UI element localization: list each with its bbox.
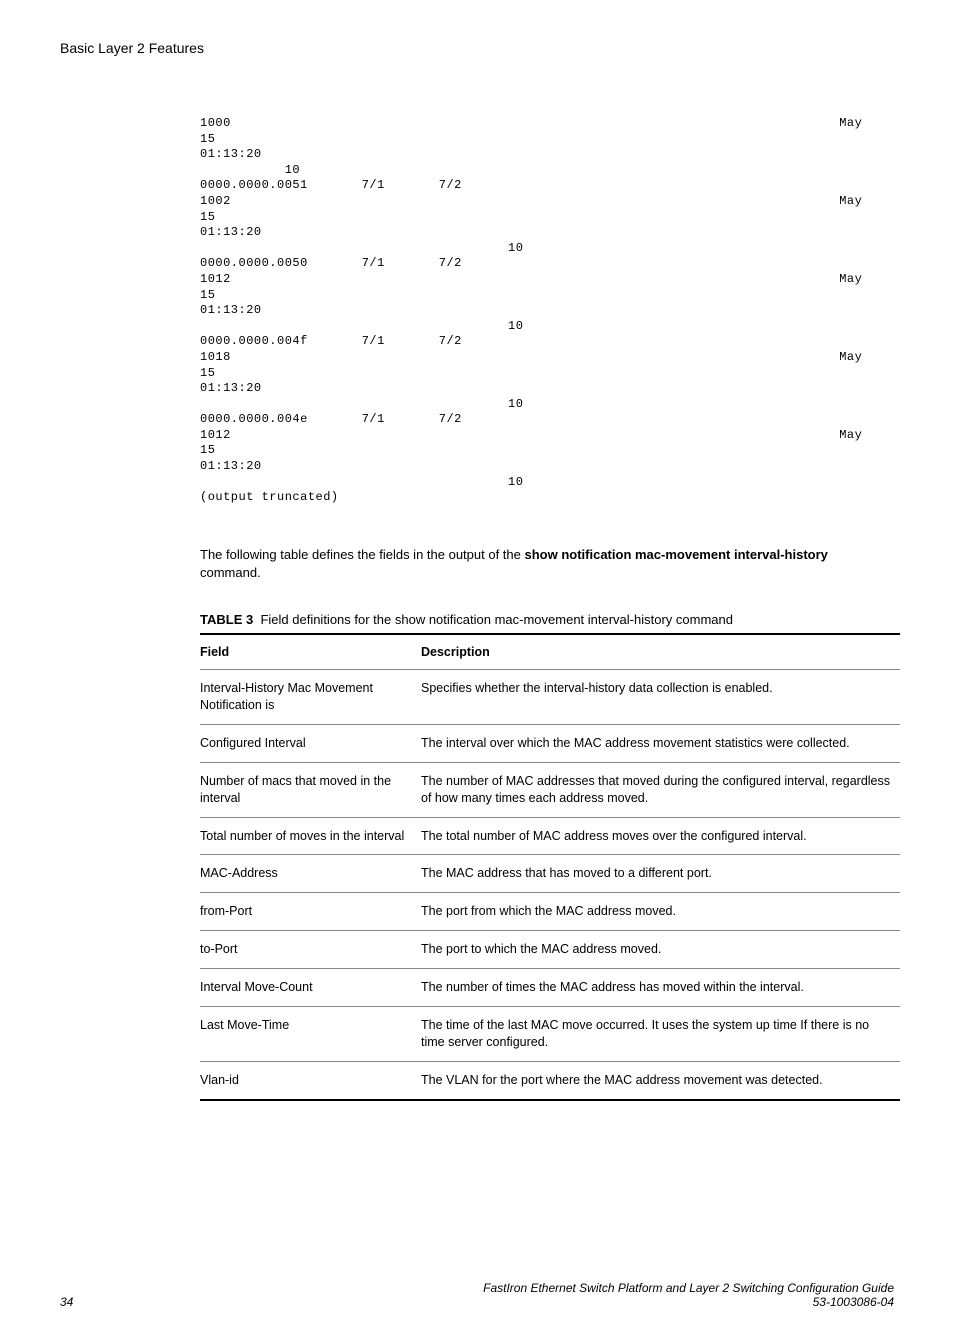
table-row: to-Port The port to which the MAC addres… [200, 931, 900, 969]
page-footer: 34 FastIron Ethernet Switch Platform and… [60, 1281, 894, 1309]
intro-pre: The following table defines the fields i… [200, 547, 525, 562]
table-row: Total number of moves in the interval Th… [200, 817, 900, 855]
field-definitions-table: Field Description Interval-History Mac M… [200, 633, 900, 1100]
cell-description: The port to which the MAC address moved. [421, 931, 900, 969]
page-number: 34 [60, 1295, 73, 1309]
cell-description: The port from which the MAC address move… [421, 893, 900, 931]
intro-paragraph: The following table defines the fields i… [200, 546, 874, 582]
cell-description: The VLAN for the port where the MAC addr… [421, 1061, 900, 1099]
intro-post: command. [200, 565, 261, 580]
cell-description: The number of MAC addresses that moved d… [421, 762, 900, 817]
footer-title: FastIron Ethernet Switch Platform and La… [483, 1281, 894, 1295]
table-row: Interval Move-Count The number of times … [200, 969, 900, 1007]
cell-field: Vlan-id [200, 1061, 421, 1099]
cell-field: to-Port [200, 931, 421, 969]
cell-description: Specifies whether the interval-history d… [421, 670, 900, 725]
cell-description: The interval over which the MAC address … [421, 724, 900, 762]
table-row: Vlan-id The VLAN for the port where the … [200, 1061, 900, 1099]
table-header-field: Field [200, 634, 421, 670]
table-row: MAC-Address The MAC address that has mov… [200, 855, 900, 893]
cell-field: Interval Move-Count [200, 969, 421, 1007]
cell-field: Number of macs that moved in the interva… [200, 762, 421, 817]
table-caption: TABLE 3 Field definitions for the show n… [200, 612, 874, 627]
cell-field: Configured Interval [200, 724, 421, 762]
page-header: Basic Layer 2 Features [60, 40, 894, 56]
table-caption-label: TABLE 3 [200, 612, 253, 627]
cell-field: from-Port [200, 893, 421, 931]
cell-field: Total number of moves in the interval [200, 817, 421, 855]
table-header-description: Description [421, 634, 900, 670]
footer-docnum: 53-1003086-04 [483, 1295, 894, 1309]
table-row: Number of macs that moved in the interva… [200, 762, 900, 817]
table-caption-text: Field definitions for the show notificat… [260, 612, 733, 627]
cell-description: The number of times the MAC address has … [421, 969, 900, 1007]
table-row: Configured Interval The interval over wh… [200, 724, 900, 762]
cell-field: Interval-History Mac Movement Notificati… [200, 670, 421, 725]
intro-bold: show notification mac-movement interval-… [525, 547, 828, 562]
cell-field: Last Move-Time [200, 1006, 421, 1061]
table-row: Interval-History Mac Movement Notificati… [200, 670, 900, 725]
table-header-row: Field Description [200, 634, 900, 670]
cell-field: MAC-Address [200, 855, 421, 893]
code-output-block: 1000 May 15 01:13:20 10 0000.0000.0051 7… [200, 116, 894, 506]
cell-description: The MAC address that has moved to a diff… [421, 855, 900, 893]
cell-description: The total number of MAC address moves ov… [421, 817, 900, 855]
table-row: from-Port The port from which the MAC ad… [200, 893, 900, 931]
cell-description: The time of the last MAC move occurred. … [421, 1006, 900, 1061]
page-header-text: Basic Layer 2 Features [60, 40, 204, 56]
table-row: Last Move-Time The time of the last MAC … [200, 1006, 900, 1061]
footer-right: FastIron Ethernet Switch Platform and La… [483, 1281, 894, 1309]
